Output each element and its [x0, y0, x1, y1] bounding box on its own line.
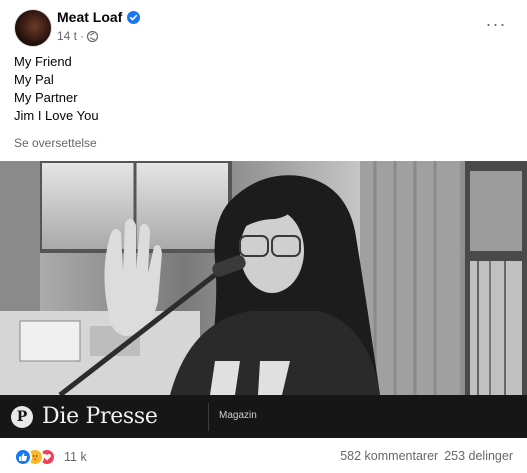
post-line: Jim I Love You: [14, 108, 99, 123]
page-avatar[interactable]: [14, 9, 52, 47]
comments-count[interactable]: 582 kommentarer: [340, 449, 438, 463]
globe-icon: [86, 30, 99, 42]
publisher-name: Die Presse: [42, 404, 158, 429]
reactions-summary[interactable]: 11 k: [14, 448, 87, 466]
die-presse-logo-icon: P: [11, 405, 33, 428]
post-photo[interactable]: [0, 161, 527, 395]
shares-count[interactable]: 253 delinger: [444, 449, 513, 463]
page-name[interactable]: Meat Loaf: [57, 9, 122, 25]
photo-image: [0, 161, 527, 395]
more-options-button[interactable]: ···: [482, 10, 510, 38]
see-translation-link[interactable]: Se oversettelse: [14, 136, 97, 150]
post-line: My Partner: [14, 90, 78, 105]
link-preview-footer[interactable]: P Die Presse Magazin: [0, 395, 527, 438]
post-line: My Pal: [14, 72, 54, 87]
engagement-stats: 582 kommentarer 253 delinger: [340, 449, 513, 463]
meta-separator: ·: [80, 29, 85, 43]
post-body: My Friend My Pal My Partner Jim I Love Y…: [14, 53, 99, 125]
more-icon: ···: [485, 13, 507, 34]
footer-divider: [208, 403, 209, 431]
post-timestamp[interactable]: 14 t: [57, 29, 77, 43]
like-reaction-icon: [14, 448, 32, 466]
post-meta: 14 t ·: [57, 29, 99, 43]
publisher-section: Magazin: [219, 410, 257, 421]
post-line: My Friend: [14, 54, 72, 69]
page-name-row[interactable]: Meat Loaf: [57, 9, 141, 25]
verified-badge-icon: [127, 10, 141, 24]
reactions-count[interactable]: 11 k: [64, 450, 87, 464]
